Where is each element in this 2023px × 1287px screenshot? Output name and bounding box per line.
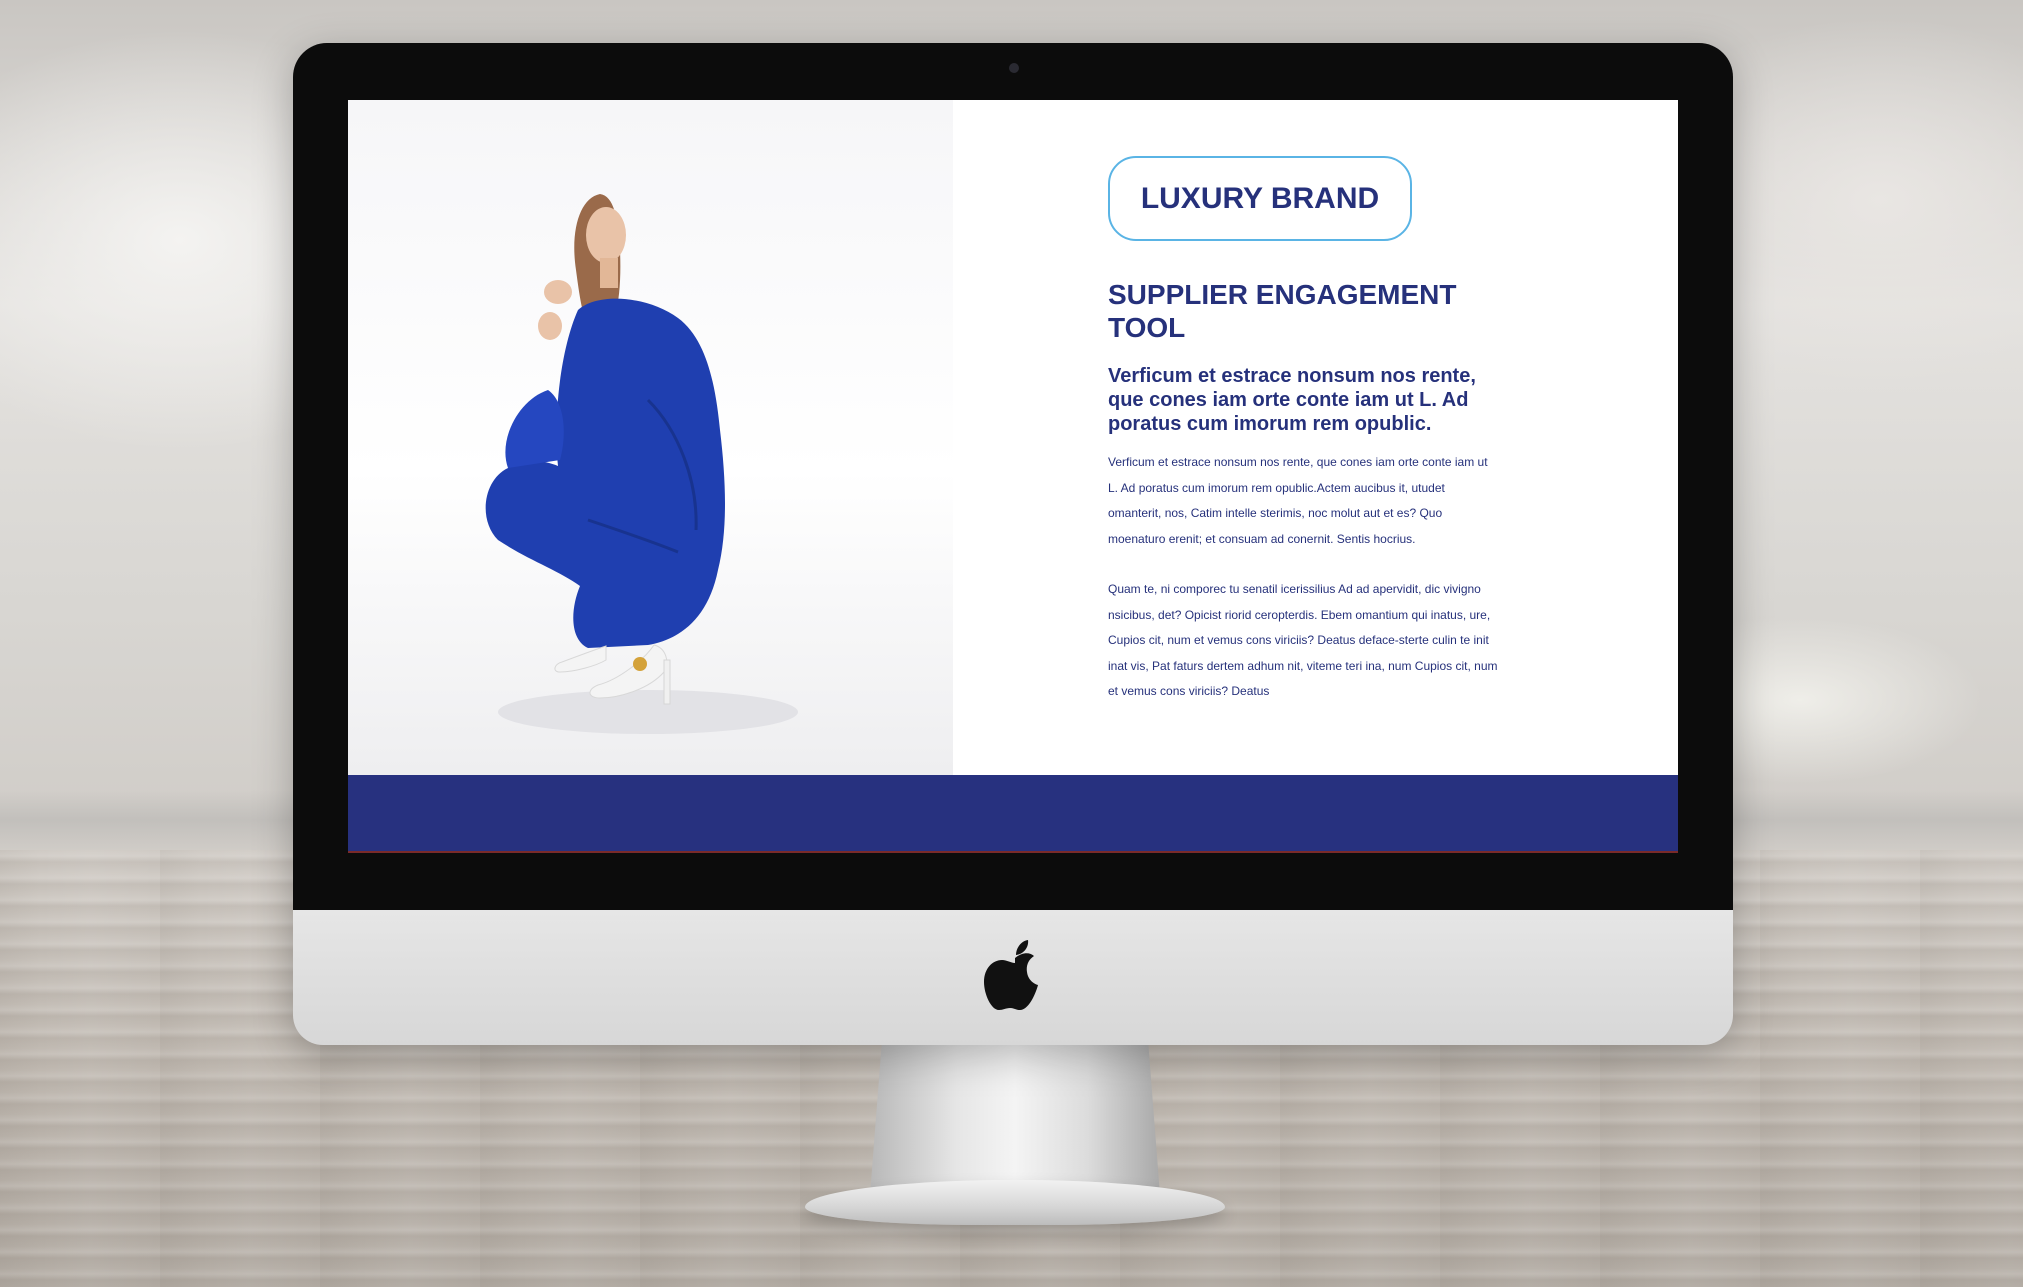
body-paragraph: Quam te, ni comporec tu senatil icerissi… <box>1108 582 1498 698</box>
hero-image <box>348 100 953 775</box>
content-column: LUXURY BRAND SUPPLIER ENGAGEMENT TOOL Ve… <box>1108 100 1528 775</box>
webcam-icon <box>1009 63 1019 73</box>
apple-logo-icon <box>984 940 1038 1010</box>
monitor-stand <box>870 1045 1160 1195</box>
website-screen: LUXURY BRAND SUPPLIER ENGAGEMENT TOOL Ve… <box>348 100 1678 853</box>
footer-band <box>348 775 1678 853</box>
model-photo <box>485 194 798 734</box>
body-paragraph: Verficum et estrace nonsum nos rente, qu… <box>1108 455 1488 546</box>
page-title: SUPPLIER ENGAGEMENT TOOL <box>1108 279 1457 343</box>
lead-text: Verficum et estrace nonsum nos rente, qu… <box>1108 365 1476 435</box>
monitor-stand-base <box>805 1180 1225 1225</box>
brand-badge[interactable]: LUXURY BRAND <box>1108 156 1412 241</box>
